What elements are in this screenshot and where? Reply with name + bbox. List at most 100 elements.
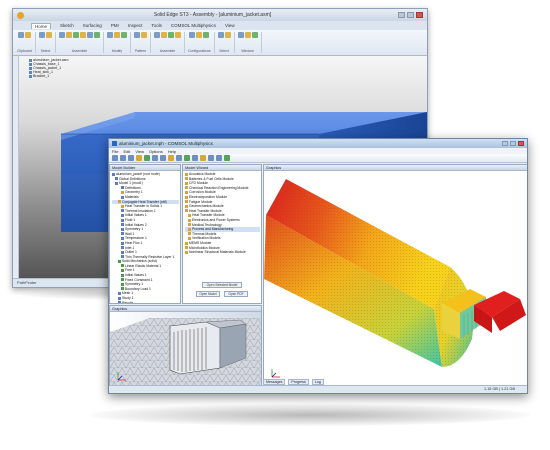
pattern-icon[interactable] [133, 32, 140, 38]
menu-edit[interactable]: Edit [123, 149, 130, 154]
comsol-window[interactable]: aluminium_jacket.mph - COMSOL Multiphysi… [108, 138, 528, 394]
settings-icon[interactable] [216, 155, 222, 161]
replace-icon[interactable] [120, 32, 127, 38]
build-icon[interactable] [160, 155, 166, 161]
move-icon[interactable] [106, 32, 113, 38]
tree-node-icon [121, 246, 124, 250]
tab-home[interactable]: Home [31, 22, 52, 29]
ribbon-group-label: Modify [111, 49, 123, 53]
front-window-shadow [90, 404, 530, 426]
folder-icon [185, 204, 188, 208]
open-pdf-button[interactable]: Open PDF [224, 291, 248, 297]
filter-icon[interactable] [224, 32, 231, 38]
menu-view[interactable]: View [135, 149, 144, 154]
fastener-icon[interactable] [174, 32, 181, 38]
tab-surfacing[interactable]: Surfacing [83, 23, 102, 28]
solid-edge-titlebar[interactable]: Solid Edge ST3 - Assembly - [aluminium_j… [13, 9, 427, 21]
mesh-icon[interactable] [168, 155, 174, 161]
maximize-icon[interactable] [407, 12, 414, 18]
tab-inspect[interactable]: Inspect [128, 23, 143, 28]
ribbon-group-assemble: Assemble [58, 32, 104, 53]
frame-icon[interactable] [153, 32, 160, 38]
ribbon-group-assemble-2: Assemble [153, 32, 185, 53]
pipe-icon[interactable] [167, 32, 174, 38]
maximize-icon[interactable] [510, 141, 516, 146]
ribbon-group-label: Assemble [71, 49, 88, 53]
tab-pmi[interactable]: PMI [111, 23, 119, 28]
pan-icon[interactable] [200, 155, 206, 161]
display-config-icon[interactable] [189, 32, 196, 38]
tree-node-icon [121, 186, 124, 190]
tree-item[interactable]: Results [112, 301, 179, 303]
pointer-icon[interactable] [45, 32, 52, 38]
ribbon-group-label: Select [219, 49, 229, 53]
open-model-button[interactable]: Open Model [196, 291, 220, 297]
explode-icon[interactable] [196, 32, 203, 38]
tile-icon[interactable] [251, 32, 258, 38]
tree-node-icon [121, 204, 124, 208]
plot-icon[interactable] [184, 155, 190, 161]
zone-icon[interactable] [203, 32, 210, 38]
help-icon[interactable] [224, 155, 230, 161]
close-icon[interactable] [416, 12, 423, 18]
tree-node-icon [121, 287, 124, 291]
model-wizard-pane: Model Wizard Acoustics Module Batteries &… [182, 164, 262, 304]
comsol-titlebar[interactable]: aluminium_jacket.mph - COMSOL Multiphysi… [109, 139, 527, 148]
ribbon-group-window: Window [237, 32, 262, 53]
tab-sketch[interactable]: Sketch [60, 23, 74, 28]
new-icon[interactable] [112, 155, 118, 161]
zoom-icon[interactable] [192, 155, 198, 161]
tree-item-label: Symmetry 1 [125, 227, 144, 232]
arrange-icon[interactable] [237, 32, 244, 38]
menu-help[interactable]: Help [168, 149, 176, 154]
tree-node-icon [121, 250, 124, 254]
temperature-plot [264, 179, 526, 378]
angle-icon[interactable] [86, 32, 93, 38]
close-icon[interactable] [518, 141, 524, 146]
results-graphics-pane[interactable]: Graphics [263, 164, 527, 386]
open-icon[interactable] [120, 155, 126, 161]
query-icon[interactable] [217, 32, 224, 38]
geometry-icon[interactable] [152, 155, 158, 161]
tree-item-label: Geometry 1 [125, 190, 143, 195]
folder-icon [188, 213, 191, 217]
tab-comsol[interactable]: COMSOL Multiphysics [171, 23, 216, 28]
tab-view[interactable]: View [225, 23, 235, 28]
mesh-graphics-pane[interactable]: Graphics [109, 305, 262, 387]
copy-icon[interactable] [24, 32, 31, 38]
folder-icon [188, 232, 191, 236]
tab-tools[interactable]: Tools [151, 23, 162, 28]
redo-icon[interactable] [144, 155, 150, 161]
offset-icon[interactable] [79, 32, 86, 38]
cascade-icon[interactable] [244, 32, 251, 38]
ribbon-group-label: Select [40, 49, 51, 53]
insert-icon[interactable] [58, 32, 65, 38]
save-icon[interactable] [128, 155, 134, 161]
compute-icon[interactable] [176, 155, 182, 161]
tree-item[interactable]: Bracket_1 [29, 74, 99, 78]
app-menu-icon[interactable] [17, 11, 24, 19]
main-toolbar [109, 154, 527, 163]
rotate-icon[interactable] [113, 32, 120, 38]
wizard-buttons: Open Selected Model Open Model Open PDF [189, 282, 255, 297]
planar-icon[interactable] [93, 32, 100, 38]
minimize-icon[interactable] [502, 141, 508, 146]
paste-icon[interactable] [17, 32, 24, 38]
rotate-icon[interactable] [208, 155, 214, 161]
folder-icon [185, 177, 188, 181]
tree-node-icon [121, 264, 124, 268]
align-icon[interactable] [72, 32, 79, 38]
open-selected-model-button[interactable]: Open Selected Model [202, 282, 242, 288]
mirror-icon[interactable] [140, 32, 147, 38]
model-builder-pane: Model Builder aluminium_jacket (root nod… [109, 164, 181, 304]
folder-icon [185, 172, 188, 176]
mate-icon[interactable] [65, 32, 72, 38]
tree-node-icon [115, 181, 118, 185]
model-library-item[interactable]: Nonlinear Structural Materials Module [185, 250, 260, 255]
wire-icon[interactable] [160, 32, 167, 38]
minimize-icon[interactable] [398, 12, 405, 18]
menu-file[interactable]: File [112, 149, 118, 154]
menu-options[interactable]: Options [149, 149, 163, 154]
undo-icon[interactable] [136, 155, 142, 161]
select-icon[interactable] [38, 32, 45, 38]
